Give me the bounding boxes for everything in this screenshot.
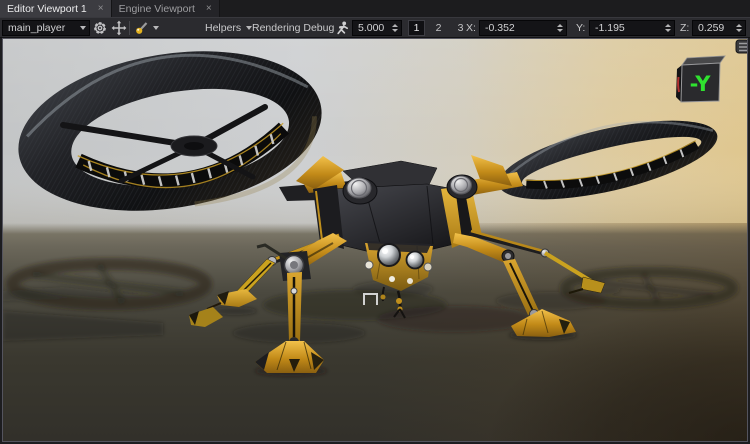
spinner-up-icon <box>392 24 398 27</box>
tab-label: Editor Viewport 1 <box>7 3 87 15</box>
runner-icon <box>335 21 350 36</box>
chevron-down-icon <box>153 26 159 30</box>
brush-tool-button[interactable] <box>134 20 151 36</box>
preset-label: 3 <box>458 22 464 34</box>
rendering-debug-menu-button[interactable]: Rendering Debug <box>252 20 345 36</box>
camera-speed-value: 5.000 <box>358 22 384 34</box>
speed-preset-2-button[interactable]: 2 <box>430 20 447 36</box>
entity-combobox[interactable]: main_player <box>2 20 90 36</box>
settings-gear-button[interactable] <box>92 20 108 36</box>
brush-tool-icon <box>134 20 151 36</box>
preset-label: 1 <box>414 22 420 34</box>
tab-label: Engine Viewport <box>119 3 195 15</box>
viewport-tab-bar: Editor Viewport 1 × Engine Viewport × <box>0 0 750 17</box>
rendering-debug-menu-label: Rendering Debug <box>252 22 334 34</box>
spinner-down-icon <box>665 29 671 32</box>
spinner-down-icon <box>557 29 563 32</box>
speed-preset-1-button[interactable]: 1 <box>408 20 425 36</box>
tab-close-icon[interactable]: × <box>98 4 104 14</box>
camera-speed-input[interactable]: 5.000 <box>352 20 402 36</box>
brush-tool-dropdown[interactable] <box>153 20 159 36</box>
camera-lens-large <box>378 244 400 266</box>
gear-icon <box>92 20 108 36</box>
move-cross-icon <box>111 20 127 36</box>
x-coordinate-input[interactable]: -0.352 <box>479 20 567 36</box>
camera-speed-stepper[interactable] <box>392 24 398 32</box>
preset-label: 2 <box>436 22 442 34</box>
z-coordinate-input[interactable]: 0.259 <box>692 20 746 36</box>
move-tool-button[interactable] <box>111 20 127 36</box>
z-coordinate-stepper[interactable] <box>736 24 742 32</box>
spinner-down-icon <box>736 29 742 32</box>
viewport-menu-button[interactable] <box>736 40 747 53</box>
tab-editor-viewport-1[interactable]: Editor Viewport 1 × <box>0 0 112 17</box>
axis-gizmo-cube[interactable]: -Y <box>676 56 725 102</box>
x-coordinate-label: X: <box>466 20 476 36</box>
z-coordinate-value: 0.259 <box>698 22 724 34</box>
y-coordinate-value: -1.195 <box>595 22 625 34</box>
helpers-menu-label: Helpers <box>205 22 241 34</box>
spinner-down-icon <box>392 29 398 32</box>
editor-window: Editor Viewport 1 × Engine Viewport × ma… <box>0 0 750 444</box>
x-coordinate-value: -0.352 <box>485 22 515 34</box>
spinner-up-icon <box>736 24 742 27</box>
helpers-menu-button[interactable]: Helpers <box>205 20 252 36</box>
y-coordinate-label: Y: <box>576 20 585 36</box>
x-coordinate-stepper[interactable] <box>557 24 563 32</box>
spinner-up-icon <box>665 24 671 27</box>
viewport-toolbar: main_player <box>0 17 750 38</box>
z-coordinate-label: Z: <box>680 20 689 36</box>
y-coordinate-stepper[interactable] <box>665 24 671 32</box>
camera-speed-button[interactable] <box>335 20 350 36</box>
corner-shadow <box>423 264 747 441</box>
viewport-3d-scene[interactable]: -Y <box>2 38 748 442</box>
camera-lens-small <box>407 252 424 269</box>
scene-3d: -Y <box>3 39 747 441</box>
entity-combobox-value: main_player <box>8 22 65 34</box>
tab-close-icon[interactable]: × <box>206 4 212 14</box>
tab-engine-viewport[interactable]: Engine Viewport × <box>112 0 220 17</box>
y-coordinate-input[interactable]: -1.195 <box>589 20 675 36</box>
chevron-down-icon <box>80 26 86 30</box>
toolbar-separator <box>129 21 130 35</box>
axis-gizmo-label: -Y <box>690 72 712 96</box>
spinner-up-icon <box>557 24 563 27</box>
